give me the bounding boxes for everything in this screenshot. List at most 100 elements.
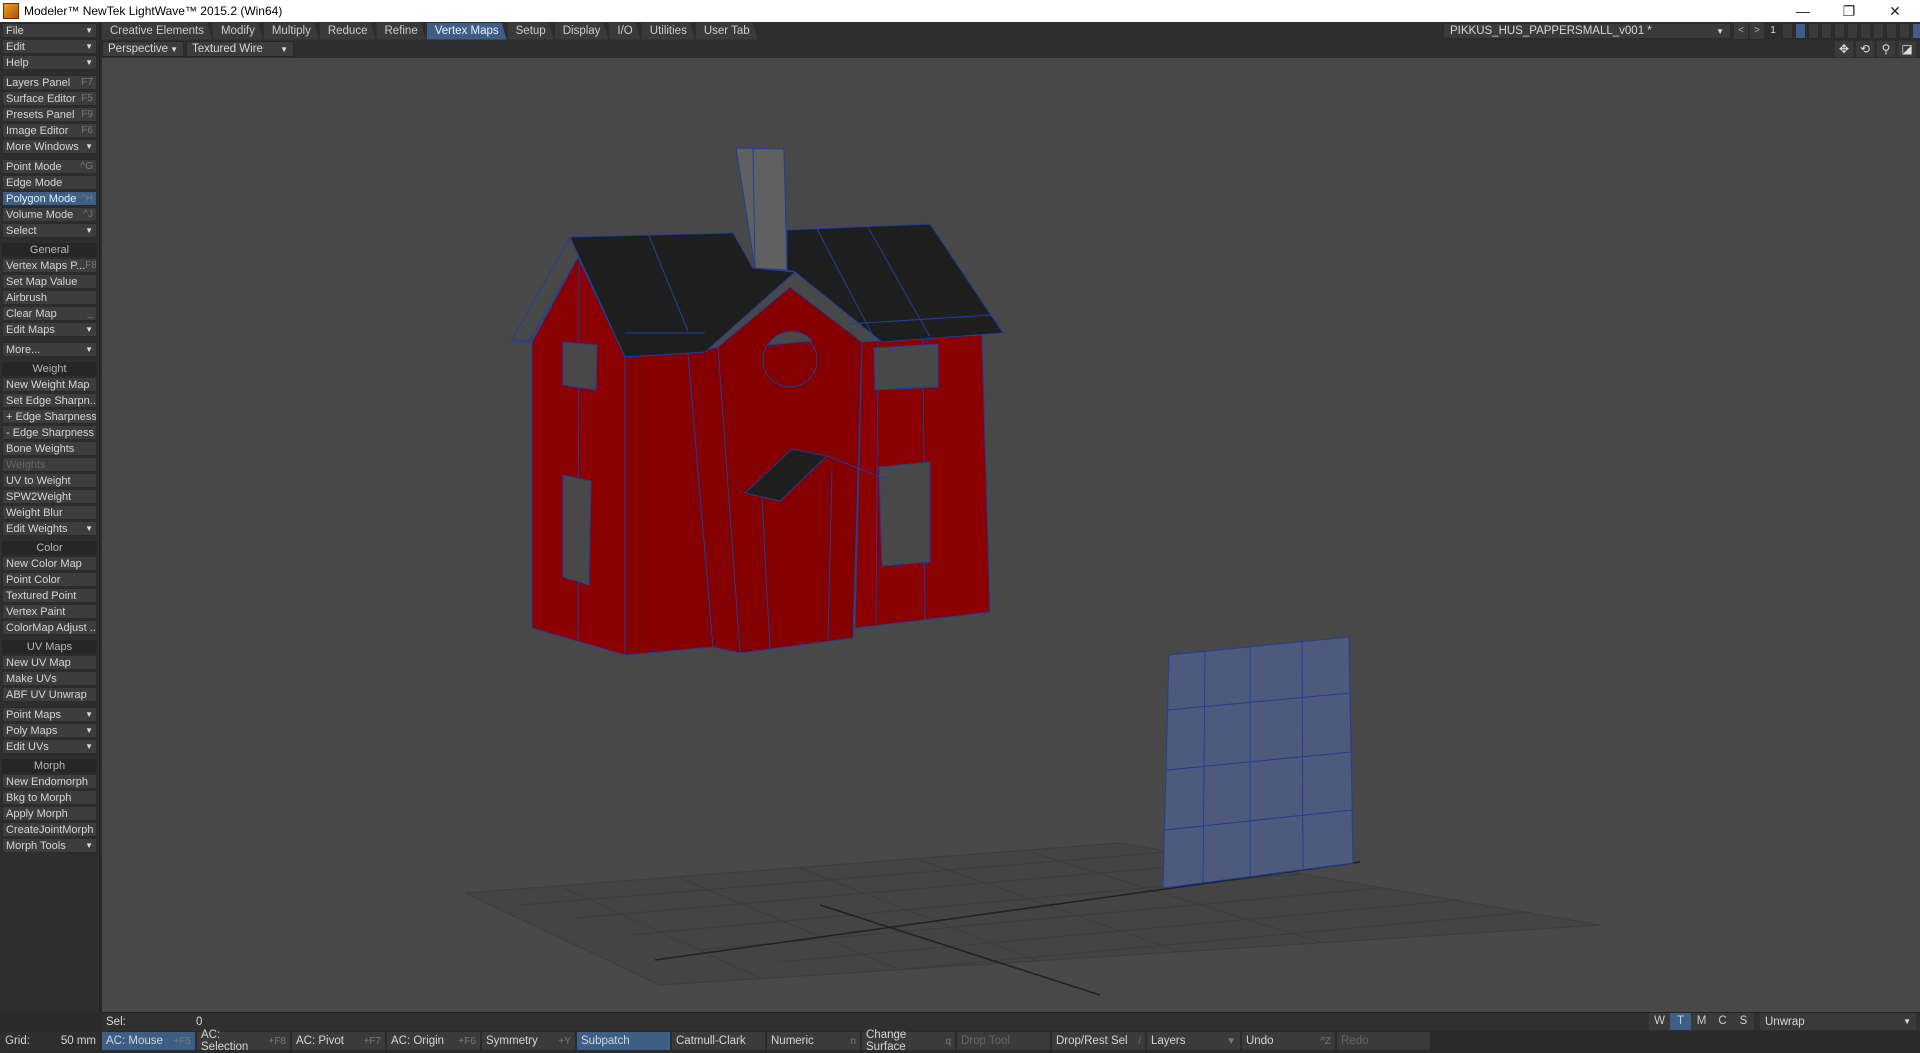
sidebar-button-abf-uv-unwrap[interactable]: ABF UV Unwrap [2,687,97,702]
tab-utilities[interactable]: Utilities [642,23,695,40]
redo-button[interactable]: Redo [1337,1032,1430,1050]
sidebar-button-point-maps[interactable]: Point Maps ▼ [2,707,97,722]
sidebar-button-new-weight-map[interactable]: New Weight Map [2,377,97,392]
tab-setup[interactable]: Setup [508,23,554,40]
sidebar-button-new-color-map[interactable]: New Color Map [2,556,97,571]
sidebar-button-surface-editor[interactable]: Surface Editor F5 [2,91,97,106]
numeric-button[interactable]: Numeric n [767,1032,860,1050]
layer-button[interactable] [1912,23,1920,39]
uv-map-select[interactable]: Unwrap ▼ [1760,1013,1916,1030]
subpatch-button[interactable]: Subpatch [577,1032,670,1050]
viewport[interactable] [102,58,1920,1012]
drop-tool-button[interactable]: Drop Tool [957,1032,1050,1050]
ac-pivot-button[interactable]: AC: Pivot +F7 [292,1032,385,1050]
tab-refine[interactable]: Refine [376,23,425,40]
maximize-viewport-icon[interactable]: ◪ [1898,41,1916,57]
sidebar-button-weight-blur[interactable]: Weight Blur [2,505,97,520]
display-mode-w[interactable]: W [1649,1013,1670,1030]
sidebar-button-select[interactable]: Select ▼ [2,223,97,238]
sidebar-button-airbrush[interactable]: Airbrush [2,290,97,305]
sidebar-button-edge-sharpness[interactable]: + Edge Sharpness [2,409,97,424]
tab-reduce[interactable]: Reduce [320,23,376,40]
move-icon[interactable]: ✥ [1835,41,1853,57]
tab-multiply[interactable]: Multiply [264,23,319,40]
display-mode-t[interactable]: T [1670,1013,1691,1030]
sidebar-button-help[interactable]: Help ▼ [2,55,97,70]
sidebar-button-make-uvs[interactable]: Make UVs [2,671,97,686]
sidebar-button-image-editor[interactable]: Image Editor F6 [2,123,97,138]
sidebar-button-presets-panel[interactable]: Presets Panel F9 [2,107,97,122]
layer-button[interactable] [1821,23,1832,39]
sidebar-button-spw2weight[interactable]: SPW2Weight [2,489,97,504]
tab-modify[interactable]: Modify [213,23,263,40]
zoom-icon[interactable]: ⚲ [1877,41,1895,57]
sidebar-button-volume-mode[interactable]: Volume Mode ^J [2,207,97,222]
layer-button[interactable] [1808,23,1819,39]
view-type-select[interactable]: Perspective ▼ [102,41,184,57]
sidebar-button-colormap-adjust[interactable]: ColorMap Adjust ... [2,620,97,635]
sidebar-button-edit-uvs[interactable]: Edit UVs ▼ [2,739,97,754]
change-surface-button[interactable]: Change Surface q [862,1029,955,1053]
sidebar-button-morph-tools[interactable]: Morph Tools ▼ [2,838,97,853]
layers-button[interactable]: Layers ▼ [1147,1032,1240,1050]
tab-user-tab[interactable]: User Tab [696,23,758,40]
tab-display[interactable]: Display [555,23,609,40]
layer-button[interactable] [1795,23,1806,39]
sidebar-button-file[interactable]: File ▼ [2,23,97,38]
restore-button[interactable]: ❐ [1826,0,1872,22]
rotate-view-icon[interactable]: ⟲ [1856,41,1874,57]
catmull-clark-button[interactable]: Catmull-Clark [672,1032,765,1050]
sidebar-button-edit-maps[interactable]: Edit Maps ▼ [2,322,97,337]
sidebar-button-uv-to-weight[interactable]: UV to Weight [2,473,97,488]
sidebar-button-edit[interactable]: Edit ▼ [2,39,97,54]
sidebar-button-bkg-to-morph[interactable]: Bkg to Morph [2,790,97,805]
next-layer-page-button[interactable]: > [1750,23,1764,39]
sidebar-button-set-edge-sharpn[interactable]: Set Edge Sharpn... [2,393,97,408]
tab-vertex-maps[interactable]: Vertex Maps [427,23,507,40]
display-mode-s[interactable]: S [1733,1013,1754,1030]
sidebar-button-new-endomorph[interactable]: New Endomorph [2,774,97,789]
display-mode-m[interactable]: M [1691,1013,1712,1030]
sidebar-button-more-windows[interactable]: More Windows ▼ [2,139,97,154]
layer-button[interactable] [1886,23,1897,39]
undo-button[interactable]: Undo ^Z [1242,1032,1335,1050]
ac-origin-button[interactable]: AC: Origin +F6 [387,1032,480,1050]
sidebar-button-more[interactable]: More... ▼ [2,342,97,357]
sidebar-button-new-uv-map[interactable]: New UV Map [2,655,97,670]
symmetry-button[interactable]: Symmetry +Y [482,1032,575,1050]
sidebar-button-layers-panel[interactable]: Layers Panel F7 [2,75,97,90]
sidebar-button-polygon-mode[interactable]: Polygon Mode ^H [2,191,97,206]
sidebar-button-vertex-paint[interactable]: Vertex Paint [2,604,97,619]
drop-rest-sel-button[interactable]: Drop/Rest Sel / [1052,1032,1145,1050]
object-selector[interactable]: PIKKUS_HUS_PAPPERSMALL_v001 * ▼ [1443,23,1731,39]
minimize-button[interactable]: — [1780,0,1826,22]
sidebar-button-bone-weights[interactable]: Bone Weights [2,441,97,456]
sidebar-button-set-map-value[interactable]: Set Map Value [2,274,97,289]
layer-button[interactable] [1860,23,1871,39]
render-mode-select[interactable]: Textured Wire ▼ [186,41,294,57]
sidebar-button-weights[interactable]: Weights [2,457,97,472]
sidebar-button-poly-maps[interactable]: Poly Maps ▼ [2,723,97,738]
tab-creative-elements[interactable]: Creative Elements [102,23,212,40]
prev-layer-page-button[interactable]: < [1734,23,1748,39]
layer-button[interactable] [1873,23,1884,39]
layer-button[interactable] [1847,23,1858,39]
sidebar-button-point-color[interactable]: Point Color [2,572,97,587]
layer-button[interactable] [1899,23,1910,39]
sidebar-button-apply-morph[interactable]: Apply Morph [2,806,97,821]
sidebar-button-createjointmorph[interactable]: CreateJointMorph [2,822,97,837]
sidebar-button-edit-weights[interactable]: Edit Weights ▼ [2,521,97,536]
sidebar-button-point-mode[interactable]: Point Mode ^G [2,159,97,174]
sidebar-button-vertex-maps-p[interactable]: Vertex Maps P... F8 [2,258,97,273]
layer-button[interactable] [1782,23,1793,39]
ac-mouse-button[interactable]: AC: Mouse +F5 [102,1032,195,1050]
close-button[interactable]: ✕ [1872,0,1918,22]
tab-i-o[interactable]: I/O [609,23,640,40]
layer-button[interactable] [1834,23,1845,39]
sidebar-button-clear-map[interactable]: Clear Map _ [2,306,97,321]
ac-selection-button[interactable]: AC: Selection +F8 [197,1029,290,1053]
sidebar-button-edge-mode[interactable]: Edge Mode [2,175,97,190]
sidebar-button-textured-point[interactable]: Textured Point [2,588,97,603]
sidebar-button-edge-sharpness[interactable]: - Edge Sharpness [2,425,97,440]
display-mode-c[interactable]: C [1712,1013,1733,1030]
